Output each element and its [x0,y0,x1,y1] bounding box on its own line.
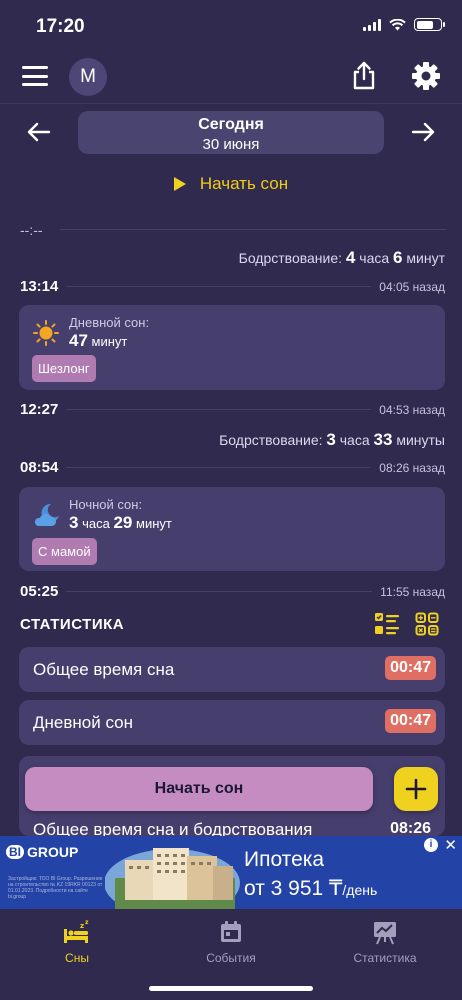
timeline-row: 08:54 08:26 назад [20,459,445,476]
start-sleep-label: Начать сон [199,174,289,193]
plus-icon [405,778,427,800]
ad-headline: Ипотека [244,848,325,871]
awake-summary: Бодрствование: 3 часа 33 минуты [219,430,445,449]
menu-icon[interactable] [22,66,48,86]
time-ago: 04:53 назад [379,402,445,417]
sleep-place-tag: С мамой [32,538,97,565]
home-indicator [149,986,313,991]
sleep-duration: 47 минут [69,331,128,350]
share-icon[interactable] [350,60,378,90]
tab-label: События [206,951,256,965]
event-time: 12:27 [20,401,59,418]
time-ago: 11:55 назад [380,584,445,599]
start-sleep-link[interactable]: Начать сон [0,174,462,194]
stat-value: 08:26 [390,820,431,836]
stat-label: Общее время сна и бодрствования [33,820,313,836]
timeline-row: 13:14 04:05 назад [20,278,445,295]
tab-label: Сны [65,951,89,965]
wifi-icon [389,18,406,30]
time-ago: 04:05 назад [379,279,445,294]
date-selector[interactable]: Сегодня 30 июня [78,111,384,154]
sleep-card-day[interactable]: Дневной сон: 47 минут Шезлонг [19,305,445,390]
event-time: 05:25 [20,583,59,600]
sleep-type-label: Дневной сон: [69,315,150,330]
date-subtitle: 30 июня [202,136,260,153]
list-view-icon[interactable] [374,612,400,636]
add-event-button[interactable] [394,767,438,811]
status-icons [363,18,445,31]
tab-statistics[interactable]: Статистика [308,917,462,965]
sleep-place-tag: Шезлонг [32,355,96,382]
start-sleep-button[interactable]: Начать сон [25,767,373,811]
ad-logo: BI GROUP [6,844,78,860]
awake-summary: Бодрствование: 4 часа 6 минут [238,248,445,267]
next-day-arrow-icon[interactable] [409,118,437,146]
time-ago: 08:26 назад [379,460,445,475]
stat-label: Дневной сон [33,713,133,732]
sleep-type-label: Ночной сон: [69,497,143,512]
calendar-icon [221,921,241,942]
ad-banner[interactable]: BI GROUP Застройщик: ТОО BI Group. Разреш… [0,836,462,909]
stat-row-total-sleep[interactable]: Общее время сна 00:47 [19,647,445,692]
gear-icon[interactable] [410,60,442,92]
timeline-row: 12:27 04:53 назад [20,401,445,418]
ad-price: от 3 951 ₸/день [244,877,378,900]
ad-fine-print: Застройщик: ТОО BI Group. Разрешение на … [8,876,103,900]
header-divider [0,103,462,104]
sleep-card-night[interactable]: Ночной сон: 3 часа 29 минут С мамой [19,487,445,571]
tab-sleeps[interactable]: z z Сны [0,917,154,965]
avatar[interactable]: M [69,58,107,96]
svg-text:z: z [80,922,84,930]
stats-title: СТАТИСТИКА [20,616,125,633]
ad-info-icon[interactable]: i [424,838,438,852]
event-time: 08:54 [20,459,59,476]
play-icon [173,177,186,191]
stat-label: Общее время сна [33,660,175,679]
timeline-divider [60,229,446,230]
prev-day-arrow-icon[interactable] [25,118,53,146]
stat-row-day-sleep[interactable]: Дневной сон 00:47 [19,700,445,745]
stat-value-badge: 00:47 [385,656,436,680]
status-time: 17:20 [36,16,85,37]
sun-icon [33,320,59,346]
svg-text:z: z [85,919,89,926]
event-time: 13:14 [20,278,59,295]
tab-label: Статистика [353,951,417,965]
ad-close-icon[interactable]: ✕ [444,836,457,854]
signal-icon [363,18,381,31]
sleep-duration: 3 часа 29 минут [69,513,172,532]
chart-board-icon [374,922,396,945]
battery-icon [414,18,445,31]
placeholder-time: --:-- [20,222,43,238]
date-title: Сегодня [198,116,264,133]
building-image [105,848,240,909]
stat-value-badge: 00:47 [385,709,436,733]
bed-icon: z z [64,919,89,943]
moon-cloud-icon [34,503,59,526]
timeline-row: 05:25 11:55 назад [20,583,445,600]
grid-view-icon[interactable] [415,612,439,636]
tab-events[interactable]: События [154,917,308,965]
